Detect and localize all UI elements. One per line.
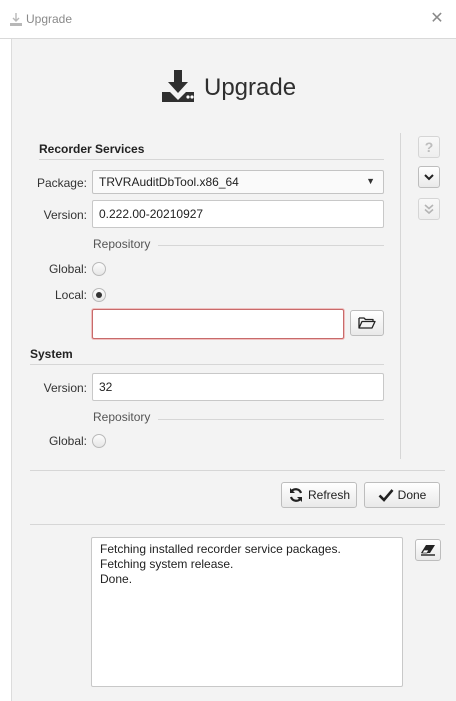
actions-divider: [30, 470, 445, 471]
help-button[interactable]: ?: [418, 136, 440, 158]
system-global-label: Global:: [48, 434, 87, 448]
done-label: Done: [397, 488, 427, 502]
local-path-input[interactable]: [92, 309, 344, 339]
window-title: Upgrade: [26, 12, 73, 26]
version-label: Version:: [43, 208, 87, 222]
browse-folder-button[interactable]: [350, 310, 384, 336]
close-icon[interactable]: ✕: [426, 8, 448, 30]
version-field[interactable]: 0.222.00-20210927: [92, 200, 384, 228]
repository-label: Repository: [93, 237, 151, 251]
repository-divider: [158, 245, 384, 246]
system-repository-divider: [158, 419, 384, 420]
expand-all-button[interactable]: [418, 198, 440, 220]
page-title: Upgrade: [204, 74, 297, 101]
system-divider: [30, 364, 384, 365]
global-label: Global:: [48, 262, 87, 276]
system-global-radio[interactable]: [92, 434, 106, 448]
sidebar-separator: [400, 133, 401, 459]
refresh-button[interactable]: Refresh: [281, 482, 357, 508]
download-icon: [160, 68, 196, 104]
package-label: Package:: [36, 176, 87, 190]
question-icon: ?: [424, 139, 434, 155]
clear-log-button[interactable]: [415, 539, 441, 561]
local-radio[interactable]: [92, 288, 106, 302]
log-line: Fetching installed recorder service pack…: [100, 542, 341, 556]
double-chevron-down-icon: [424, 204, 434, 215]
done-button[interactable]: Done: [364, 482, 440, 508]
eraser-icon: [421, 545, 435, 556]
local-label: Local:: [54, 288, 87, 302]
log-line: Done.: [100, 572, 133, 586]
expand-button[interactable]: [418, 166, 440, 188]
package-select[interactable]: TRVRAuditDbTool.x86_64 ▼: [92, 170, 384, 194]
log-output[interactable]: Fetching installed recorder service pack…: [91, 537, 403, 687]
upgrade-icon: [8, 12, 24, 28]
package-select-value: TRVRAuditDbTool.x86_64: [99, 175, 239, 189]
refresh-label: Refresh: [307, 488, 351, 502]
chevron-down-icon: [424, 174, 434, 181]
recorder-services-title: Recorder Services: [39, 142, 145, 156]
folder-open-icon: [358, 317, 376, 329]
checkmark-icon: [378, 489, 394, 502]
system-title: System: [30, 347, 73, 361]
global-radio[interactable]: [92, 262, 106, 276]
system-version-label: Version:: [43, 381, 87, 395]
log-divider: [30, 524, 445, 525]
log-line: Fetching system release.: [100, 557, 234, 571]
recorder-services-divider: [39, 159, 384, 160]
chevron-down-icon: ▼: [366, 176, 375, 186]
system-repository-label: Repository: [93, 410, 151, 424]
refresh-icon: [289, 488, 303, 502]
system-version-field[interactable]: 32: [92, 373, 384, 401]
